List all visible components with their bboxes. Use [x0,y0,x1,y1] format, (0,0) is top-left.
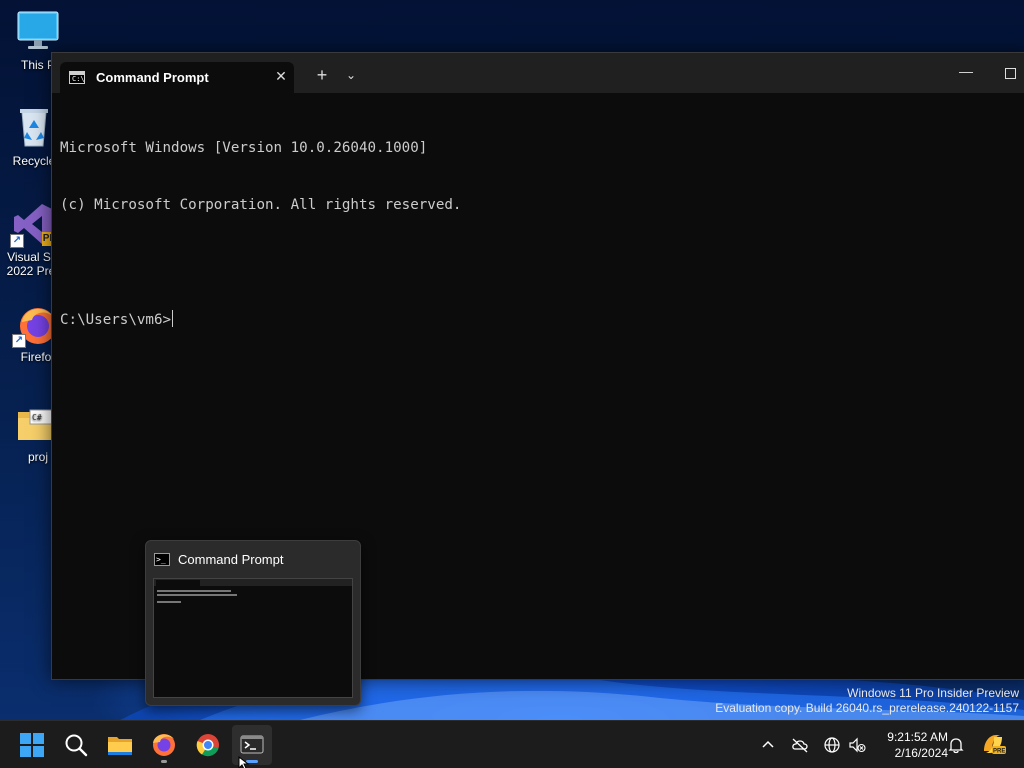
volume-muted-icon[interactable] [847,735,867,755]
prompt-line: C:\Users\vm6> [60,310,1020,329]
search-icon [65,734,88,757]
new-tab-button[interactable]: + [312,65,332,85]
visual-studio-icon: PRE ↗ [10,202,64,248]
mouse-pointer-icon [238,756,250,768]
copilot-preview-icon[interactable]: PRE [980,731,1006,757]
preview-thumbnail[interactable] [153,578,353,698]
tab-title: Command Prompt [96,70,209,85]
thumbnail-text-line [157,601,181,603]
thumbnail-tab [156,580,200,586]
firefox-taskbar-button[interactable] [144,725,184,765]
taskbar-preview-popup[interactable]: >_ Command Prompt [145,540,361,706]
command-prompt-icon-text: C:\ [72,75,85,83]
show-hidden-icons-chevron-icon[interactable] [758,735,778,755]
firefox-icon [153,734,175,756]
console-line: Microsoft Windows [Version 10.0.26040.10… [60,140,428,156]
recycle-bin-icon [12,106,56,150]
monitor-icon [16,10,60,54]
evaluation-watermark: Windows 11 Pro Insider Preview Evaluatio… [715,686,1019,716]
watermark-line-2: Evaluation copy. Build 26040.rs_prerelea… [715,701,1019,715]
clock-date: 2/16/2024 [894,746,948,760]
thumbnail-text-line [157,594,237,596]
title-bar[interactable]: C:\ Command Prompt ✕ + ⌄ — [52,53,1024,93]
tab-command-prompt[interactable]: C:\ Command Prompt ✕ [60,62,294,93]
minimize-button[interactable]: — [954,63,978,83]
file-explorer-icon [108,737,132,755]
command-prompt-icon: C:\ [69,71,85,84]
file-explorer-button[interactable] [100,725,140,765]
shortcut-arrow-icon: ↗ [12,334,26,348]
running-indicator [161,760,167,763]
prompt-text: C:\Users\vm6> [60,312,172,328]
notification-bell-icon[interactable] [946,735,966,755]
onedrive-offline-icon[interactable] [790,735,810,755]
svg-text:C#: C# [32,413,42,422]
clock-time: 9:21:52 AM [887,730,948,744]
maximize-button[interactable] [998,63,1022,83]
taskbar: 9:21:52 AM 2/16/2024 PRE [0,720,1024,768]
terminal-icon-text: >_ [156,555,166,564]
svg-text:PRE: PRE [993,749,1005,755]
thumbnail-text-line [157,590,231,592]
thumbnail-titlebar [154,579,352,586]
chrome-taskbar-button[interactable] [188,725,228,765]
start-icon [20,733,44,757]
system-clock[interactable]: 9:21:52 AM 2/16/2024 [872,729,948,761]
network-globe-icon[interactable] [822,735,842,755]
chrome-icon [196,734,219,757]
preview-title: Command Prompt [178,552,284,567]
start-button[interactable] [12,725,52,765]
console-line: (c) Microsoft Corporation. All rights re… [60,197,462,213]
terminal-icon: >_ [154,553,170,566]
text-cursor [172,310,174,327]
tab-dropdown-chevron-icon[interactable]: ⌄ [341,65,361,85]
close-tab-icon[interactable]: ✕ [272,67,290,85]
shortcut-arrow-icon: ↗ [10,234,24,248]
search-button[interactable] [56,725,96,765]
watermark-line-1: Windows 11 Pro Insider Preview [847,686,1019,700]
